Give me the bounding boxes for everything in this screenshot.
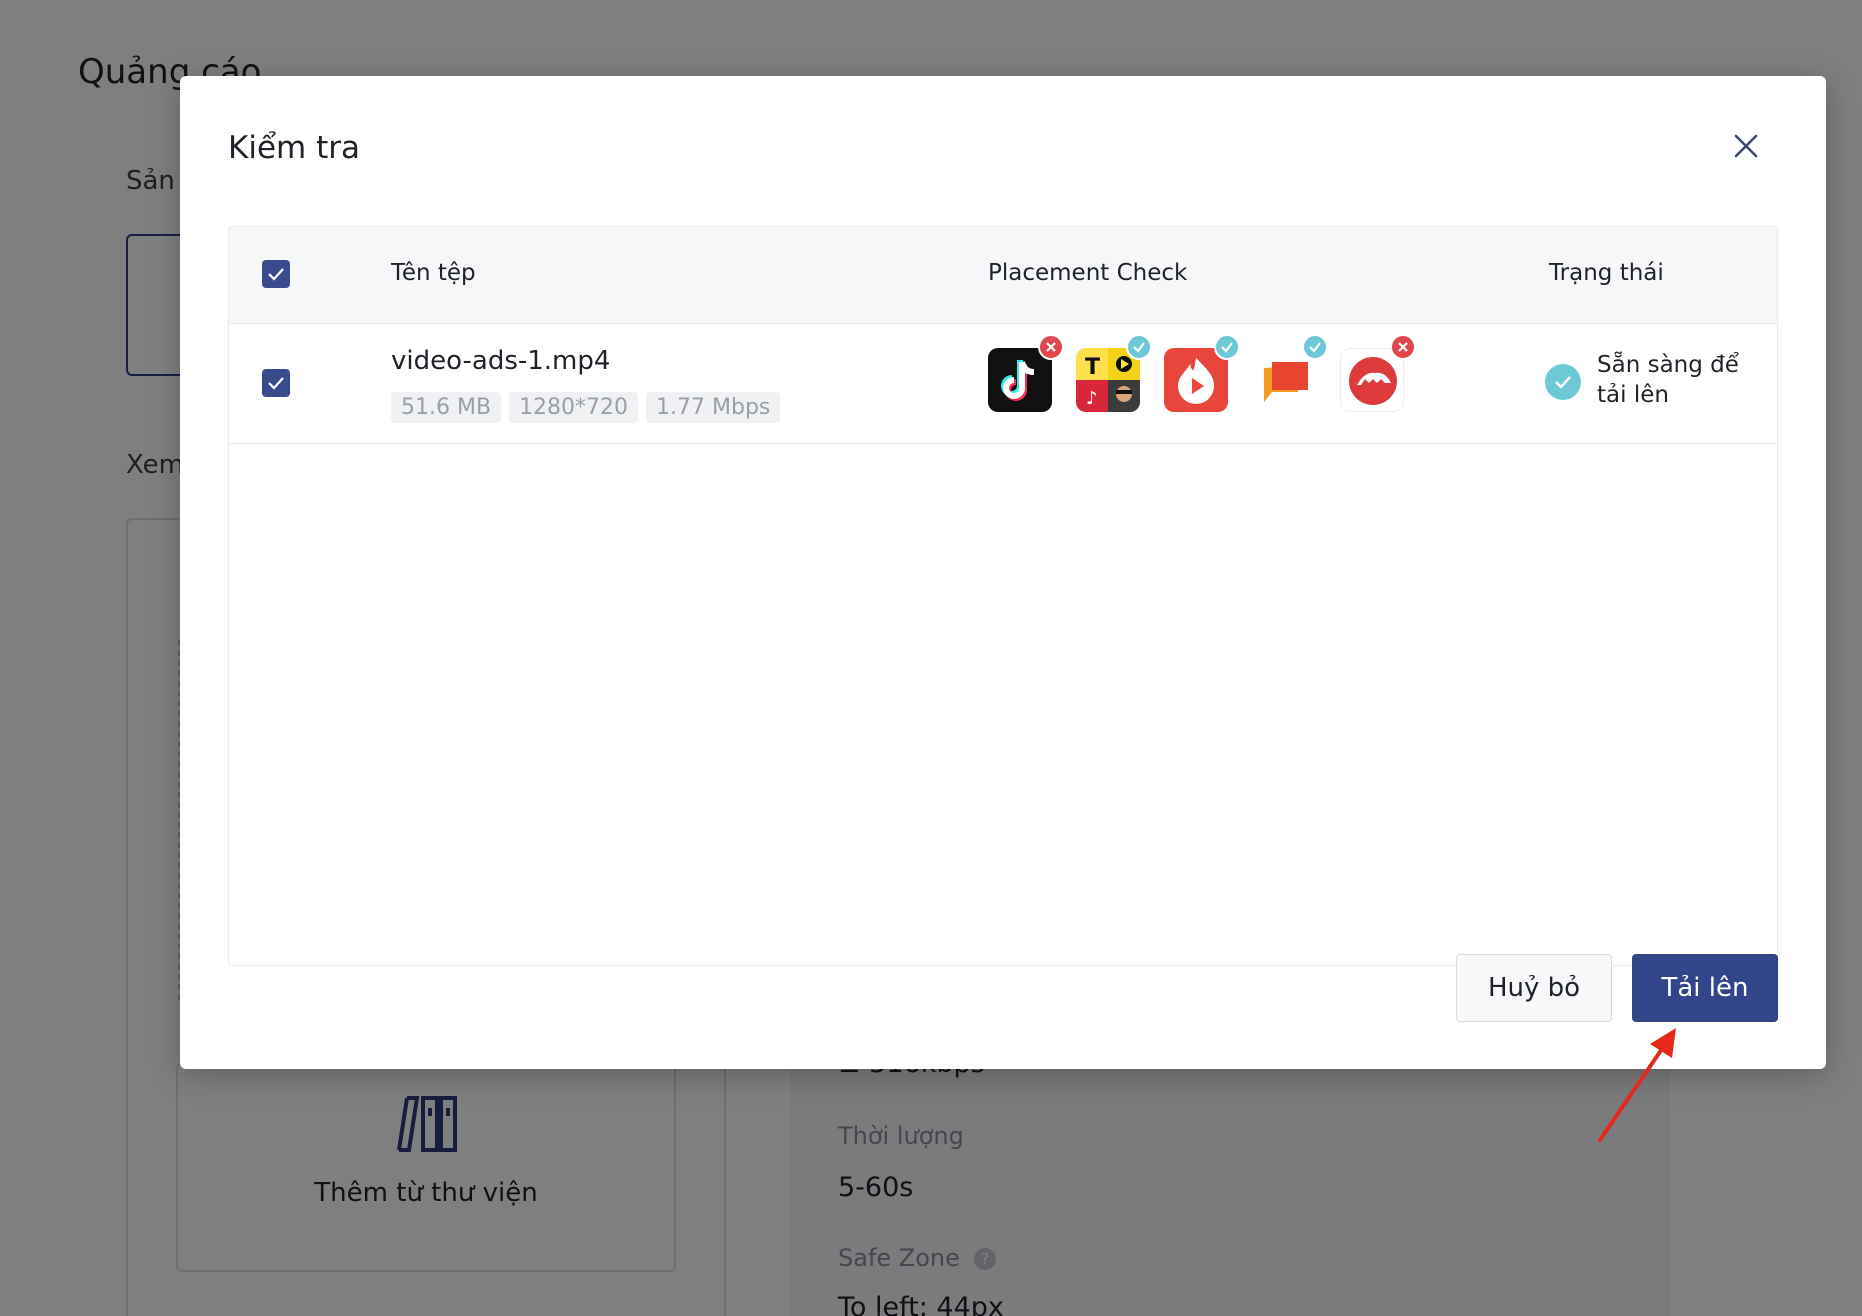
close-icon[interactable] xyxy=(1728,128,1764,164)
file-check-table: Tên tệp Placement Check Trạng thái video… xyxy=(228,226,1778,966)
cancel-button[interactable]: Huỷ bỏ xyxy=(1456,954,1612,1022)
svg-text:♪: ♪ xyxy=(1086,388,1098,409)
status-text: Sẵn sàng để tải lên xyxy=(1597,352,1739,408)
resolution-tag: 1280*720 xyxy=(509,392,639,423)
table-header: Tên tệp Placement Check Trạng thái xyxy=(229,227,1777,324)
bitrate-tag: 1.77 Mbps xyxy=(646,392,781,423)
placement-topbuzz[interactable]: T ♪ xyxy=(1076,334,1152,412)
fail-icon xyxy=(1390,334,1416,360)
pass-icon xyxy=(1126,334,1152,360)
file-name: video-ads-1.mp4 xyxy=(391,346,611,376)
topbuzz-icon: T ♪ xyxy=(1076,348,1140,412)
dialog-title: Kiểm tra xyxy=(228,130,360,166)
pass-icon xyxy=(1302,334,1328,360)
ready-check-icon xyxy=(1545,364,1581,400)
table-row: video-ads-1.mp4 51.6 MB 1280*720 1.77 Mb… xyxy=(229,324,1777,444)
check-dialog: Kiểm tra Tên tệp Placement Check Trạng t… xyxy=(180,76,1826,1069)
checkmark-icon xyxy=(268,377,284,390)
fail-icon xyxy=(1038,334,1064,360)
upload-button[interactable]: Tải lên xyxy=(1632,954,1778,1022)
buzzvideo-icon xyxy=(1164,348,1228,412)
column-header-file-name[interactable]: Tên tệp xyxy=(391,260,476,286)
pangle-icon xyxy=(1340,348,1404,412)
placement-tiktok[interactable] xyxy=(988,334,1064,412)
column-header-placement-check[interactable]: Placement Check xyxy=(988,260,1187,286)
tiktok-icon xyxy=(988,348,1052,412)
file-size-tag: 51.6 MB xyxy=(391,392,502,423)
column-header-status[interactable]: Trạng thái xyxy=(1549,260,1664,286)
file-meta-tags: 51.6 MB 1280*720 1.77 Mbps xyxy=(391,392,781,423)
select-all-checkbox[interactable] xyxy=(262,260,290,288)
row-checkbox[interactable] xyxy=(262,369,290,397)
placement-babe[interactable] xyxy=(1252,334,1328,412)
placement-pangle[interactable] xyxy=(1340,334,1416,412)
checkmark-icon xyxy=(268,268,284,281)
pass-icon xyxy=(1214,334,1240,360)
babe-icon xyxy=(1252,348,1316,412)
svg-text:T: T xyxy=(1085,355,1100,380)
placement-buzzvideo[interactable] xyxy=(1164,334,1240,412)
annotation-arrow-icon xyxy=(1598,1028,1676,1142)
